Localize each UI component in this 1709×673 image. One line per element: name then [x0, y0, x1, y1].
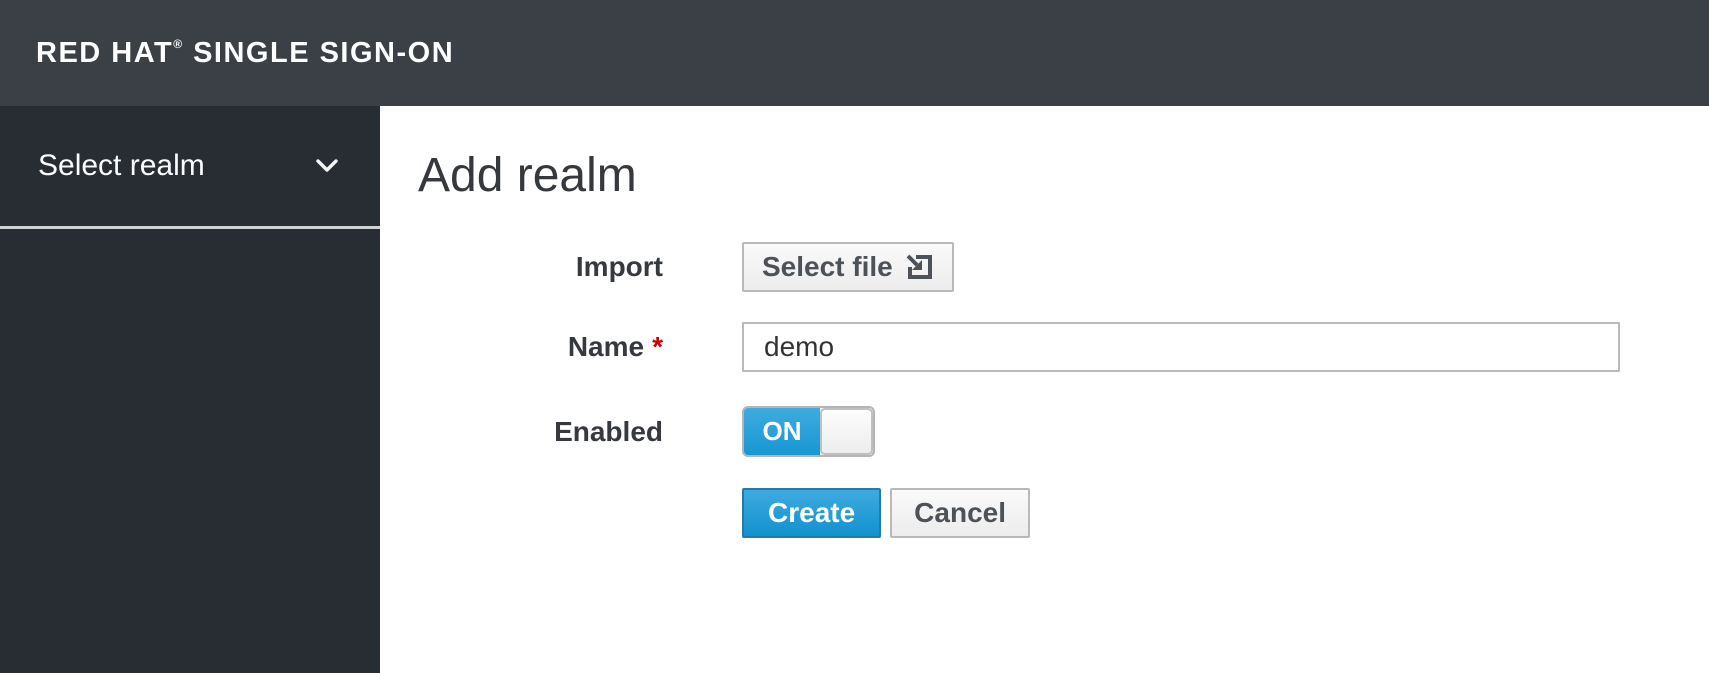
chevron-down-icon [316, 159, 338, 173]
brand-secondary-text: SINGLE SIGN-ON [193, 37, 454, 70]
form-row-import: Import Select file [418, 242, 1709, 292]
enabled-toggle[interactable]: ON [742, 406, 875, 457]
import-label: Import [418, 242, 663, 292]
main-content: Add realm Import Select file Name * [380, 106, 1709, 673]
brand-logo: RED HAT® SINGLE SIGN-ON [36, 0, 454, 106]
required-asterisk: * [652, 331, 663, 362]
form-row-name: Name * [418, 322, 1709, 372]
select-file-button-label: Select file [762, 251, 893, 283]
brand-primary-text: RED HAT [36, 37, 173, 70]
cancel-button[interactable]: Cancel [890, 488, 1030, 538]
name-label: Name * [418, 322, 663, 372]
import-file-icon [904, 252, 934, 282]
sidebar: Select realm [0, 106, 380, 673]
registered-trademark-icon: ® [173, 37, 183, 51]
form-row-enabled: Enabled ON [418, 406, 1709, 457]
realm-selector-label: Select realm [38, 106, 205, 226]
form-row-actions: Create Cancel [418, 488, 1709, 538]
enabled-label: Enabled [418, 407, 663, 457]
page-title: Add realm [418, 148, 1709, 204]
app-header: RED HAT® SINGLE SIGN-ON [0, 0, 1709, 106]
name-label-text: Name [568, 331, 644, 362]
select-file-button[interactable]: Select file [742, 242, 954, 292]
enabled-toggle-handle[interactable] [820, 408, 873, 455]
realm-name-input[interactable] [742, 322, 1620, 372]
realm-selector-dropdown[interactable]: Select realm [0, 106, 380, 229]
enabled-toggle-on-segment: ON [744, 408, 820, 455]
create-button[interactable]: Create [742, 488, 881, 538]
add-realm-form: Import Select file Name* Enabl [418, 242, 1709, 538]
